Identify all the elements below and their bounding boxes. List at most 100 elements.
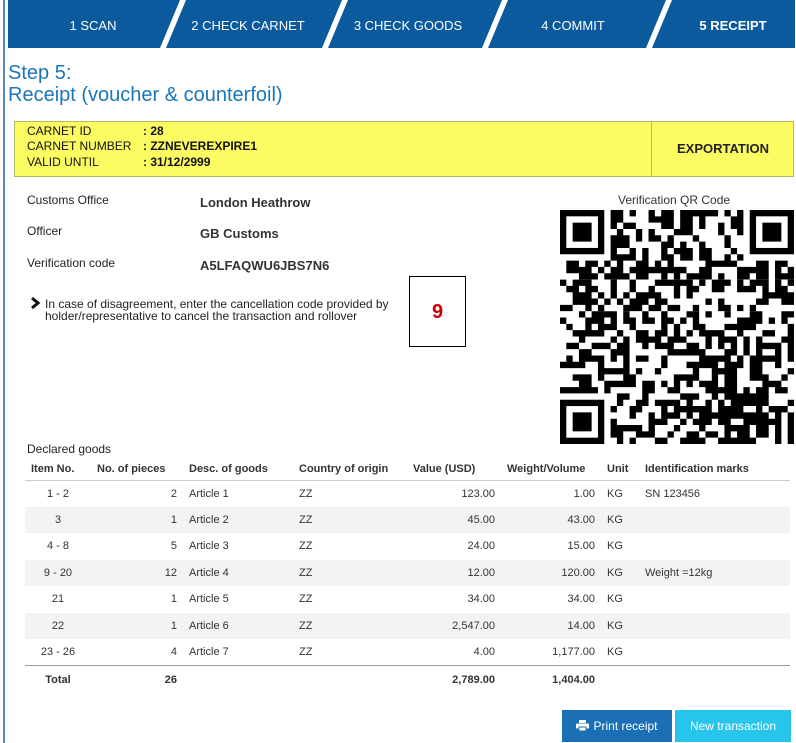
- carnet-number-value: : ZZNEVEREXPIRE1: [143, 139, 258, 153]
- table-cell: KG: [607, 646, 623, 658]
- goods-table: Item No. No. of pieces Desc. of goods Co…: [25, 458, 790, 694]
- col-unit: Unit: [601, 458, 639, 481]
- carnet-id-label: CARNET ID: [27, 124, 92, 138]
- table-row: 22 1 Article 6 ZZ 2,547.00 14.00 KG: [25, 612, 790, 639]
- left-border: [3, 0, 5, 743]
- carnet-type: EXPORTATION: [677, 141, 769, 156]
- col-desc: Desc. of goods: [183, 458, 293, 481]
- carnet-valid-label: VALID UNTIL: [27, 155, 99, 169]
- printer-icon: [576, 720, 590, 731]
- table-cell: KG: [607, 487, 623, 500]
- table-cell: 123.00: [461, 487, 495, 500]
- step-2-check-carnet[interactable]: 2 CHECK CARNET: [178, 18, 318, 33]
- col-item-no: Item No.: [25, 458, 91, 481]
- verification-code-value: A5LFAQWU6JBS7N6: [200, 258, 330, 273]
- table-cell: 2,547.00: [407, 612, 501, 639]
- carnet-info-panel: CARNET ID: 28 CARNET NUMBER : ZZNEVEREXPI…: [14, 121, 794, 177]
- table-row: 9 - 20 12 Article 4 ZZ 12.00 120.00 KG Weight =…: [25, 559, 790, 586]
- verification-qr-code: [560, 210, 794, 444]
- qr-title: Verification QR Code: [618, 193, 731, 207]
- col-pieces: No. of pieces: [91, 458, 183, 481]
- table-cell: Article 4: [183, 559, 293, 586]
- table-cell: Article 1: [189, 487, 229, 500]
- table-cell: 5: [170, 540, 177, 553]
- table-cell: [639, 533, 790, 560]
- table-cell: Article 2: [183, 506, 293, 533]
- table-cell: ZZ: [293, 506, 407, 533]
- table-cell: 1,177.00: [552, 646, 595, 658]
- table-cell: ZZ: [299, 540, 313, 553]
- new-transaction-button[interactable]: New transaction: [675, 710, 791, 742]
- table-cell: Article 6: [183, 612, 293, 639]
- officer-label: Officer: [27, 224, 63, 238]
- table-cell: 3: [25, 506, 91, 533]
- step-4-commit[interactable]: 4 COMMIT: [508, 18, 638, 33]
- table-cell: 4 - 8: [46, 540, 69, 553]
- step-1-scan[interactable]: 1 SCAN: [48, 18, 138, 33]
- total-cell: 1,404.00: [501, 665, 601, 694]
- col-weight: Weight/Volume: [501, 458, 601, 481]
- table-cell: SN 123456: [645, 487, 701, 500]
- carnet-valid-row: VALID UNTIL : 31/12/2999: [27, 156, 210, 169]
- table-cell: [639, 639, 790, 666]
- col-marks: Identification marks: [639, 458, 790, 481]
- empty-cell: [639, 665, 790, 694]
- goods-header-row: Item No. No. of pieces Desc. of goods Co…: [25, 458, 790, 481]
- step-5-receipt[interactable]: 5 RECEIPT: [678, 18, 788, 33]
- table-cell: ZZ: [299, 487, 313, 500]
- page-title-text: Receipt (voucher & counterfoil): [8, 84, 283, 106]
- table-cell: KG: [601, 506, 639, 533]
- annotation-callout: 9: [409, 276, 466, 347]
- carnet-number-label: CARNET NUMBER: [27, 139, 132, 153]
- empty-cell: [293, 665, 407, 694]
- table-cell: [639, 612, 790, 639]
- table-row: 21 1 Article 5 ZZ 34.00 34.00 KG: [25, 586, 790, 613]
- total-cell: Total: [25, 665, 91, 694]
- table-cell: ZZ: [299, 646, 313, 658]
- step-3-check-goods[interactable]: 3 CHECK GOODS: [338, 18, 478, 33]
- col-country: Country of origin: [293, 458, 407, 481]
- table-cell: Article 5: [189, 593, 229, 606]
- declared-goods-title: Declared goods: [27, 442, 112, 456]
- carnet-valid-value: : 31/12/2999: [143, 155, 211, 169]
- table-cell: 24.00: [467, 540, 495, 553]
- table-cell: 34.00: [467, 593, 495, 606]
- table-row: 1 - 2 2 Article 1 ZZ 123.00 1.00 KG SN 123456: [25, 480, 790, 507]
- table-cell: 4.00: [473, 646, 495, 658]
- table-cell: 14.00: [501, 612, 601, 639]
- steps-bar: 1 SCAN 2 CHECK CARNET 3 CHECK GOODS 4 CO…: [8, 0, 795, 48]
- col-value: Value (USD): [407, 458, 501, 481]
- table-cell: 1 - 2: [46, 487, 69, 500]
- table-cell: 12.00: [407, 559, 501, 586]
- table-cell: 1: [170, 593, 177, 606]
- table-cell: KG: [601, 559, 639, 586]
- verification-code-label: Verification code: [27, 256, 116, 270]
- table-cell: 43.00: [501, 506, 601, 533]
- table-row: 23 - 26 4 Article 7 ZZ 4.00 1,177.00 KG: [25, 639, 790, 666]
- table-cell: 120.00: [501, 559, 601, 586]
- empty-cell: [183, 665, 293, 694]
- table-cell: 4: [170, 646, 177, 658]
- page-title: Step 5: Receipt (voucher & counterfoil): [8, 62, 283, 106]
- table-cell: 23 - 26: [40, 646, 76, 658]
- chevron-right-icon: [31, 296, 41, 310]
- table-cell: 21: [51, 593, 65, 606]
- table-cell: 22: [25, 612, 91, 639]
- carnet-number-row: CARNET NUMBER : ZZNEVEREXPIRE1: [27, 140, 257, 153]
- total-cell: 26: [91, 665, 183, 694]
- table-cell: KG: [607, 540, 623, 553]
- table-cell: Article 7: [189, 646, 229, 658]
- table-cell: 15.00: [567, 540, 595, 553]
- table-cell: 1.00: [573, 487, 595, 500]
- table-cell: ZZ: [299, 593, 313, 606]
- disagreement-note: In case of disagreement, enter the cance…: [45, 297, 389, 323]
- carnet-id-row: CARNET ID: 28: [27, 125, 164, 138]
- page-title-step: Step 5:: [8, 62, 72, 84]
- total-cell: 2,789.00: [407, 665, 501, 694]
- print-receipt-button[interactable]: Print receipt: [562, 710, 672, 742]
- table-cell: 1: [91, 612, 183, 639]
- customs-office-value: London Heathrow: [200, 195, 311, 210]
- empty-cell: [601, 665, 639, 694]
- table-cell: [639, 506, 790, 533]
- table-cell: Weight =12kg: [639, 559, 790, 586]
